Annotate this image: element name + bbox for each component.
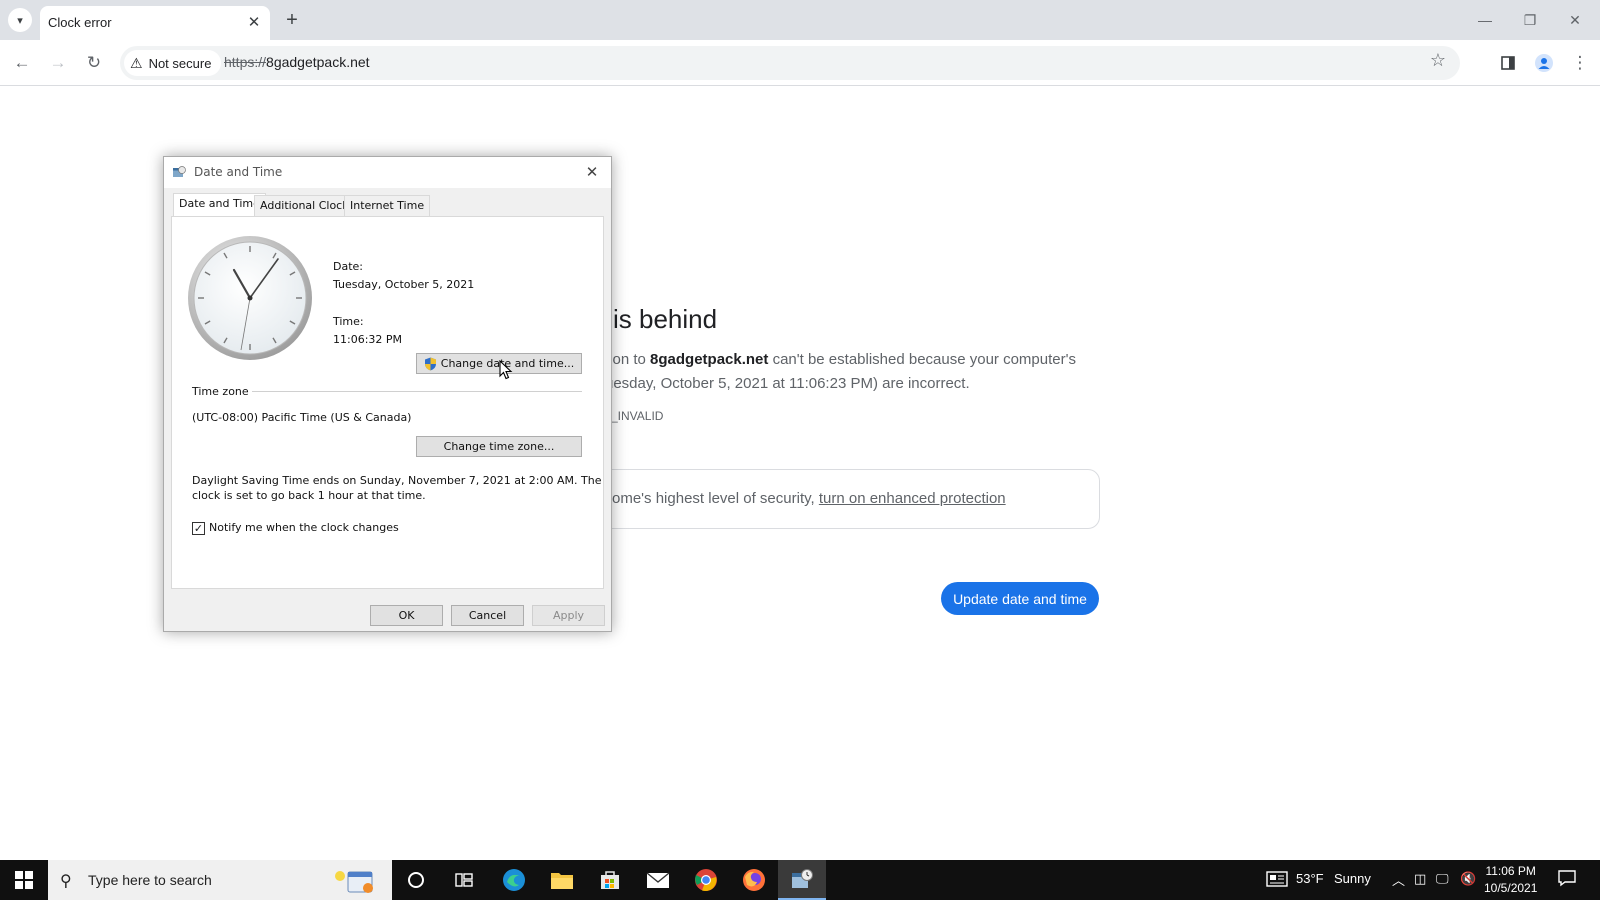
notify-checkbox[interactable]: ✓	[192, 522, 205, 535]
warning-triangle-icon: ⚠	[130, 54, 143, 71]
news-widget-icon[interactable]	[1266, 870, 1288, 891]
search-highlight-calendar-icon	[335, 871, 373, 893]
taskbar-search-box[interactable]: ⚲ Type here to search	[48, 860, 392, 900]
change-timezone-button[interactable]: Change time zone...	[416, 436, 582, 457]
date-time-taskbar-icon[interactable]	[778, 860, 826, 900]
timezone-divider	[252, 391, 582, 392]
taskbar-search-placeholder: Type here to search	[88, 872, 212, 888]
dst-info-line2: clock is set to go back 1 hour at that t…	[192, 489, 426, 502]
file-explorer-icon[interactable]	[538, 860, 586, 900]
not-secure-label: Not secure	[148, 55, 212, 71]
windows-start-icon[interactable]	[0, 860, 48, 900]
enhanced-protection-link[interactable]: turn on enhanced protection	[819, 490, 1006, 507]
error-title: is behind	[613, 304, 718, 334]
taskbar-time: 11:06 PM	[1485, 864, 1536, 878]
tab-title: Clock error	[48, 15, 112, 30]
enhanced-protection-box: rome's highest level of security, turn o…	[540, 469, 1100, 529]
bookmark-star-icon[interactable]: ☆	[1430, 50, 1446, 71]
tab-close-icon[interactable]: ✕	[244, 12, 264, 32]
tab-strip: ▾ Clock error ✕ + — ❐ ✕	[0, 0, 1600, 40]
microsoft-store-icon[interactable]	[586, 860, 634, 900]
window-close-icon[interactable]: ✕	[1560, 6, 1590, 34]
new-tab-plus-icon[interactable]: +	[280, 8, 304, 32]
cortana-circle-icon[interactable]	[392, 860, 440, 900]
tab-internet-time[interactable]: Internet Time	[344, 195, 431, 216]
side-panel-icon[interactable]	[1494, 49, 1522, 77]
cancel-button[interactable]: Cancel	[451, 605, 524, 626]
error-code: _INVALID	[611, 409, 664, 423]
site-security-chip[interactable]: ⚠ Not secure	[124, 50, 222, 76]
taskbar-date: 10/5/2021	[1484, 881, 1538, 895]
tab-search-dropdown-icon[interactable]: ▾	[8, 8, 32, 32]
search-icon: ⚲	[60, 873, 72, 890]
time-value: 11:06:32 PM	[333, 333, 403, 346]
notify-label: Notify me when the clock changes	[209, 521, 399, 534]
back-arrow-icon[interactable]: ←	[8, 49, 36, 77]
chrome-icon[interactable]	[682, 860, 730, 900]
ok-button[interactable]: OK	[370, 605, 443, 626]
error-body-host: 8gadgetpack.net	[650, 351, 769, 368]
dst-info-line1: Daylight Saving Time ends on Sunday, Nov…	[192, 474, 602, 487]
apply-button[interactable]: Apply	[532, 605, 605, 626]
forward-arrow-icon[interactable]: →	[44, 49, 72, 77]
browser-toolbar: ← → ↻ ⚠ Not secure https://8gadgetpack.n…	[0, 40, 1600, 86]
analog-clock-icon	[188, 236, 312, 360]
enhanced-prefix: rome's highest level of security,	[607, 490, 819, 507]
weather-temperature[interactable]: 53°F	[1296, 871, 1324, 886]
menu-kebab-icon[interactable]: ⋮	[1566, 49, 1594, 77]
date-value: Tuesday, October 5, 2021	[333, 278, 475, 291]
taskbar: ⚲ Type here to search 53°F Sunny ︿ ◫ 🖵 🔇	[0, 860, 1600, 900]
taskbar-clock[interactable]: 11:06 PM 10/5/2021	[1484, 863, 1537, 897]
firefox-icon[interactable]	[730, 860, 778, 900]
url-text[interactable]: https://8gadgetpack.net	[224, 54, 370, 70]
profile-avatar-icon[interactable]	[1530, 49, 1558, 77]
notification-center-icon[interactable]	[1558, 869, 1576, 890]
error-body-line2: uesday, October 5, 2021 at 11:06:23 PM) …	[605, 375, 970, 392]
camera-icon[interactable]: ◫	[1414, 871, 1426, 887]
restore-icon[interactable]: ❐	[1515, 6, 1545, 34]
url-scheme: https://	[224, 54, 267, 70]
mail-icon[interactable]	[634, 860, 682, 900]
date-time-dialog: Date and Time ✕ Date and Time Additional…	[163, 156, 612, 632]
dialog-titlebar[interactable]: Date and Time ✕	[164, 157, 611, 188]
time-label: Time:	[333, 315, 364, 328]
weather-description[interactable]: Sunny	[1334, 871, 1371, 886]
timezone-section-label: Time zone	[192, 385, 253, 398]
date-time-panel: Date: Tuesday, October 5, 2021 Time: 11:…	[171, 216, 604, 589]
date-label: Date:	[333, 260, 363, 273]
address-bar[interactable]: ⚠ Not secure https://8gadgetpack.net ☆	[120, 46, 1460, 80]
tab-date-and-time[interactable]: Date and Time	[173, 193, 266, 217]
volume-muted-icon[interactable]: 🔇	[1460, 871, 1476, 887]
mouse-pointer-icon	[499, 360, 513, 380]
network-icon[interactable]: 🖵	[1436, 871, 1449, 887]
uac-shield-icon	[424, 357, 436, 370]
dialog-close-icon[interactable]: ✕	[581, 161, 603, 183]
error-body-rest: can't be established because your comput…	[768, 351, 1076, 368]
edge-browser-icon[interactable]	[490, 860, 538, 900]
enhanced-protection-text: rome's highest level of security, turn o…	[607, 490, 1006, 507]
dialog-title: Date and Time	[194, 165, 283, 179]
tab-clock-error[interactable]: Clock error ✕	[40, 6, 270, 40]
date-time-app-icon	[173, 166, 186, 177]
task-view-icon[interactable]	[440, 860, 488, 900]
timezone-value: (UTC-08:00) Pacific Time (US & Canada)	[192, 411, 412, 424]
show-hidden-icons-chevron-icon[interactable]: ︿	[1392, 870, 1405, 889]
reload-icon[interactable]: ↻	[80, 49, 108, 77]
error-description: tion to 8gadgetpack.net can't be establi…	[605, 348, 1105, 396]
url-host: 8gadgetpack.net	[266, 54, 370, 70]
minimize-icon[interactable]: —	[1470, 6, 1500, 34]
update-date-time-button[interactable]: Update date and time	[941, 582, 1099, 615]
